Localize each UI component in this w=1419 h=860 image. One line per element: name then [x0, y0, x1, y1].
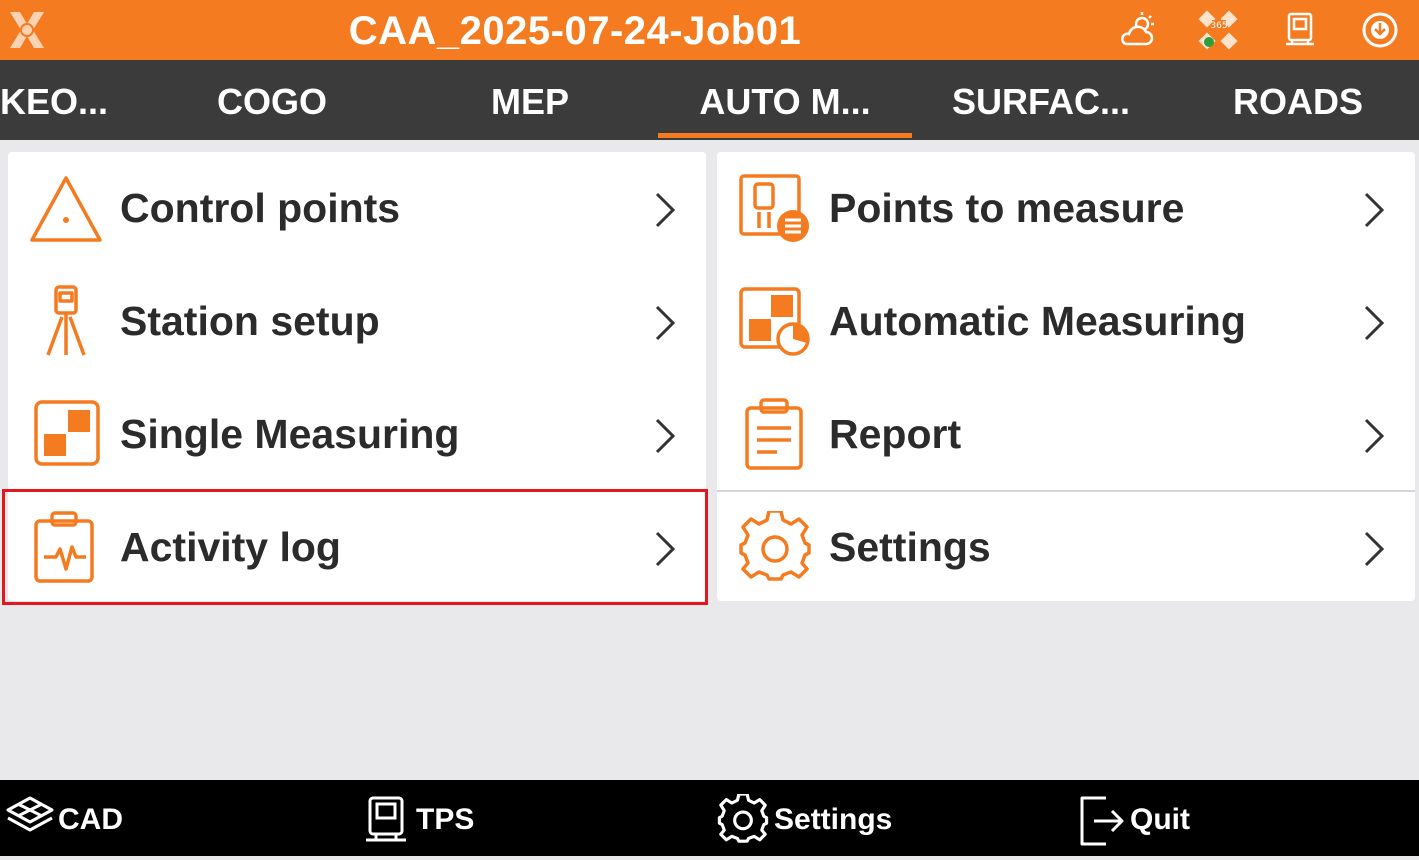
- points-list-icon: [739, 174, 809, 242]
- clipboard-activity-icon: [34, 511, 94, 583]
- menu-item-label: Points to measure: [829, 185, 1185, 231]
- layers-icon: [6, 796, 54, 832]
- chevron-right-icon: [1364, 531, 1385, 567]
- tab-cogo[interactable]: COGO: [166, 60, 378, 140]
- gnss-365-icon[interactable]: 365: [1198, 10, 1238, 50]
- menu-item-label: Single Measuring: [120, 411, 460, 457]
- title-bar: CAA_2025-07-24-Job01 365: [0, 0, 1419, 60]
- exit-icon: [1080, 796, 1124, 846]
- gear-icon: [739, 511, 811, 581]
- chevron-right-icon: [655, 418, 676, 454]
- quit-button[interactable]: Quit: [1074, 780, 1204, 856]
- total-station-icon[interactable]: [1280, 10, 1320, 50]
- weather-icon[interactable]: [1118, 10, 1158, 50]
- tab-roads[interactable]: ROADS: [1192, 60, 1404, 140]
- menu-item-report[interactable]: Report: [717, 378, 1415, 491]
- tripod-station-icon: [46, 285, 86, 356]
- bottom-toolbar: CAD TPS Settings Quit: [0, 780, 1419, 856]
- chevron-right-icon: [655, 531, 676, 567]
- module-tab-bar: KEO... COGO MEP AUTO M... SURFAC... ROAD…: [0, 60, 1419, 140]
- single-measuring-icon: [34, 400, 100, 466]
- menu-item-activity-log[interactable]: Activity log: [8, 491, 706, 604]
- menu-item-label: Automatic Measuring: [829, 298, 1246, 344]
- connection-icon[interactable]: [1360, 10, 1400, 50]
- chevron-right-icon: [655, 305, 676, 341]
- menu-item-label: Report: [829, 411, 962, 457]
- tab-mep[interactable]: MEP: [424, 60, 636, 140]
- menu-item-single-measuring[interactable]: Single Measuring: [8, 378, 706, 491]
- chevron-right-icon: [655, 192, 676, 228]
- svg-text:365: 365: [1210, 21, 1227, 31]
- menu-panel-right: Points to measure Automatic Measuring Re…: [717, 152, 1415, 601]
- tps-button[interactable]: TPS: [360, 780, 500, 856]
- tab-keo[interactable]: KEO...: [0, 60, 106, 140]
- automatic-measuring-icon: [739, 287, 810, 356]
- triangle-control-point-icon: [30, 176, 102, 242]
- cad-button[interactable]: CAD: [0, 780, 140, 856]
- menu-item-label: Station setup: [120, 298, 380, 344]
- quit-label: Quit: [1130, 803, 1190, 836]
- chevron-right-icon: [1364, 418, 1385, 454]
- menu-item-label: Control points: [120, 185, 401, 231]
- menu-item-control-points[interactable]: Control points: [8, 152, 706, 265]
- tps-label: TPS: [416, 803, 475, 836]
- chevron-right-icon: [1364, 305, 1385, 341]
- menu-item-automatic-measuring[interactable]: Automatic Measuring: [717, 265, 1415, 378]
- menu-panel-left: Control points Station setup Single Meas…: [8, 152, 706, 601]
- cad-label: CAD: [58, 803, 123, 836]
- tab-auto-measuring[interactable]: AUTO M...: [658, 60, 912, 140]
- chevron-right-icon: [1364, 192, 1385, 228]
- job-title: CAA_2025-07-24-Job01: [348, 9, 802, 53]
- menu-item-settings[interactable]: Settings: [717, 491, 1415, 604]
- tab-surface[interactable]: SURFAC...: [935, 60, 1147, 140]
- gear-icon: [717, 794, 769, 843]
- total-station-icon: [366, 796, 406, 842]
- menu-item-station-setup[interactable]: Station setup: [8, 265, 706, 378]
- menu-item-points-to-measure[interactable]: Points to measure: [717, 152, 1415, 265]
- settings-label: Settings: [774, 803, 893, 836]
- settings-button[interactable]: Settings: [714, 780, 904, 856]
- report-clipboard-icon: [745, 398, 803, 470]
- menu-item-label: Settings: [829, 524, 991, 570]
- menu-item-label: Activity log: [120, 524, 341, 570]
